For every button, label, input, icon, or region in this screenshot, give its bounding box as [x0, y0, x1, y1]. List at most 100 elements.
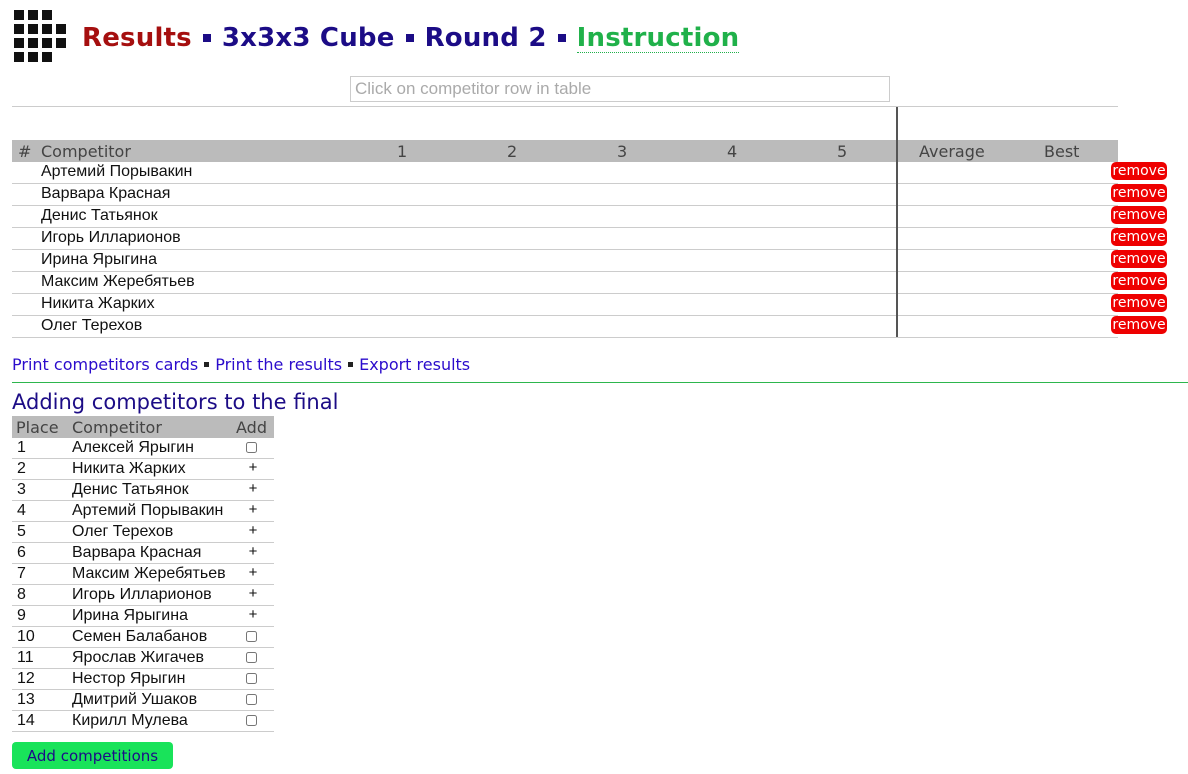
place-cell: 10 — [17, 628, 35, 645]
competitor-name: Варвара Красная — [41, 185, 171, 202]
add-checkbox[interactable] — [246, 652, 257, 663]
competitor-name: Олег Терехов — [41, 317, 143, 334]
added-mark: + — [248, 459, 258, 476]
final-section-title: Adding competitors to the final — [12, 390, 339, 414]
table-row[interactable]: Артемий Порывакин — [12, 162, 1118, 184]
final-table: Place Competitor Add 1 Алексей Ярыгин 2 Ник… — [12, 416, 274, 732]
table-row: 4 Артемий Порывакин + — [12, 501, 274, 522]
competitor-name: Игорь Илларионов — [72, 586, 212, 603]
competitor-name: Ирина Ярыгина — [41, 251, 157, 268]
col-header-attempt-1: 1 — [397, 142, 408, 161]
competitor-name: Кирилл Мулева — [72, 712, 188, 729]
remove-button[interactable]: remove — [1111, 316, 1167, 334]
add-checkbox[interactable] — [246, 694, 257, 705]
col-header-attempt-2: 2 — [507, 142, 518, 161]
table-row: 6 Варвара Красная + — [12, 543, 274, 564]
add-checkbox[interactable] — [246, 673, 257, 684]
col-header-competitor: Competitor — [41, 142, 131, 161]
col-header-attempt-4: 4 — [727, 142, 738, 161]
place-cell: 13 — [17, 691, 35, 708]
table-row[interactable]: Никита Жарких — [12, 294, 1118, 316]
place-cell: 9 — [17, 607, 26, 624]
table-row: 9 Ирина Ярыгина + — [12, 606, 274, 627]
final-table-header: Place Competitor Add — [12, 416, 274, 438]
competitor-name: Алексей Ярыгин — [72, 439, 194, 456]
added-mark: + — [248, 522, 258, 539]
added-mark: + — [248, 543, 258, 560]
table-row[interactable]: Денис Татьянок — [12, 206, 1118, 228]
competitor-name: Дмитрий Ушаков — [72, 691, 198, 708]
table-row: 14 Кирилл Мулева — [12, 711, 274, 732]
competitor-name: Артемий Порывакин — [72, 502, 224, 519]
competitor-name: Семен Балабанов — [72, 628, 208, 645]
add-checkbox[interactable] — [246, 631, 257, 642]
col-header-attempt-5: 5 — [837, 142, 848, 161]
col-header-average: Average — [919, 142, 985, 161]
table-row[interactable]: Олег Терехов — [12, 316, 1118, 338]
col-header-best: Best — [1044, 142, 1080, 161]
separator — [204, 362, 210, 367]
print-cards-link[interactable]: Print competitors cards — [12, 355, 198, 374]
col-header-add: Add — [236, 418, 267, 437]
table-row: 3 Денис Татьянок + — [12, 480, 274, 501]
added-mark: + — [248, 501, 258, 518]
export-results-link[interactable]: Export results — [359, 355, 470, 374]
competitor-name: Ирина Ярыгина — [72, 607, 188, 624]
place-cell: 6 — [17, 544, 26, 561]
remove-button[interactable]: remove — [1111, 272, 1167, 290]
competitor-name: Олег Терехов — [72, 523, 174, 540]
table-row[interactable]: Максим Жеребятьев — [12, 272, 1118, 294]
table-row: 10 Семен Балабанов — [12, 627, 274, 648]
place-cell: 14 — [17, 712, 35, 729]
breadcrumb-event[interactable]: 3x3x3 Cube — [222, 23, 395, 53]
competitor-name: Максим Жеребятьев — [41, 273, 195, 290]
actions-bar: Print competitors cards Print the result… — [12, 355, 470, 374]
competitor-search-input[interactable] — [350, 76, 890, 102]
breadcrumb-separator — [202, 34, 211, 42]
page-header: Results 3x3x3 Cube Round 2 Instruction — [14, 10, 740, 66]
added-mark: + — [248, 564, 258, 581]
column-divider — [896, 107, 898, 337]
competitor-name: Никита Жарких — [41, 295, 155, 312]
table-row: 13 Дмитрий Ушаков — [12, 690, 274, 711]
remove-button[interactable]: remove — [1111, 228, 1167, 246]
col-header-attempt-3: 3 — [617, 142, 628, 161]
competitor-name: Максим Жеребятьев — [72, 565, 226, 582]
table-row[interactable]: Варвара Красная — [12, 184, 1118, 206]
added-mark: + — [248, 585, 258, 602]
competitor-name: Нестор Ярыгин — [72, 670, 186, 687]
table-row: 12 Нестор Ярыгин — [12, 669, 274, 690]
col-header-competitor: Competitor — [72, 418, 162, 437]
separator — [348, 362, 354, 367]
remove-button[interactable]: remove — [1111, 250, 1167, 268]
place-cell: 5 — [17, 523, 26, 540]
remove-button[interactable]: remove — [1111, 294, 1167, 312]
place-cell: 2 — [17, 460, 26, 477]
print-results-link[interactable]: Print the results — [215, 355, 342, 374]
final-table-body: 1 Алексей Ярыгин 2 Никита Жарких +3 Денис Тат… — [12, 438, 274, 732]
results-table-header: # Competitor 1 2 3 4 5 Average Best — [12, 140, 1118, 162]
added-mark: + — [248, 606, 258, 623]
place-cell: 1 — [17, 439, 26, 456]
remove-button[interactable]: remove — [1111, 206, 1167, 224]
table-row[interactable]: Игорь Илларионов — [12, 228, 1118, 250]
remove-button[interactable]: remove — [1111, 162, 1167, 180]
table-row: 7 Максим Жеребятьев + — [12, 564, 274, 585]
add-checkbox[interactable] — [246, 715, 257, 726]
section-divider — [12, 382, 1188, 383]
remove-button[interactable]: remove — [1111, 184, 1167, 202]
place-cell: 8 — [17, 586, 26, 603]
app-logo-icon[interactable] — [14, 10, 70, 66]
competitor-name: Ярослав Жигачев — [72, 649, 205, 666]
table-row: 8 Игорь Илларионов + — [12, 585, 274, 606]
instruction-link[interactable]: Instruction — [576, 24, 740, 53]
table-row[interactable]: Ирина Ярыгина — [12, 250, 1118, 272]
breadcrumb-round[interactable]: Round 2 — [425, 23, 547, 53]
add-checkbox[interactable] — [246, 442, 257, 453]
add-competitions-button[interactable]: Add competitions — [12, 742, 173, 769]
competitor-name: Денис Татьянок — [72, 481, 189, 498]
results-table: # Competitor 1 2 3 4 5 Average Best Арте… — [12, 106, 1118, 338]
col-header-number: # — [18, 142, 32, 161]
competitor-name: Игорь Илларионов — [41, 229, 181, 246]
breadcrumb-results[interactable]: Results — [82, 23, 192, 53]
